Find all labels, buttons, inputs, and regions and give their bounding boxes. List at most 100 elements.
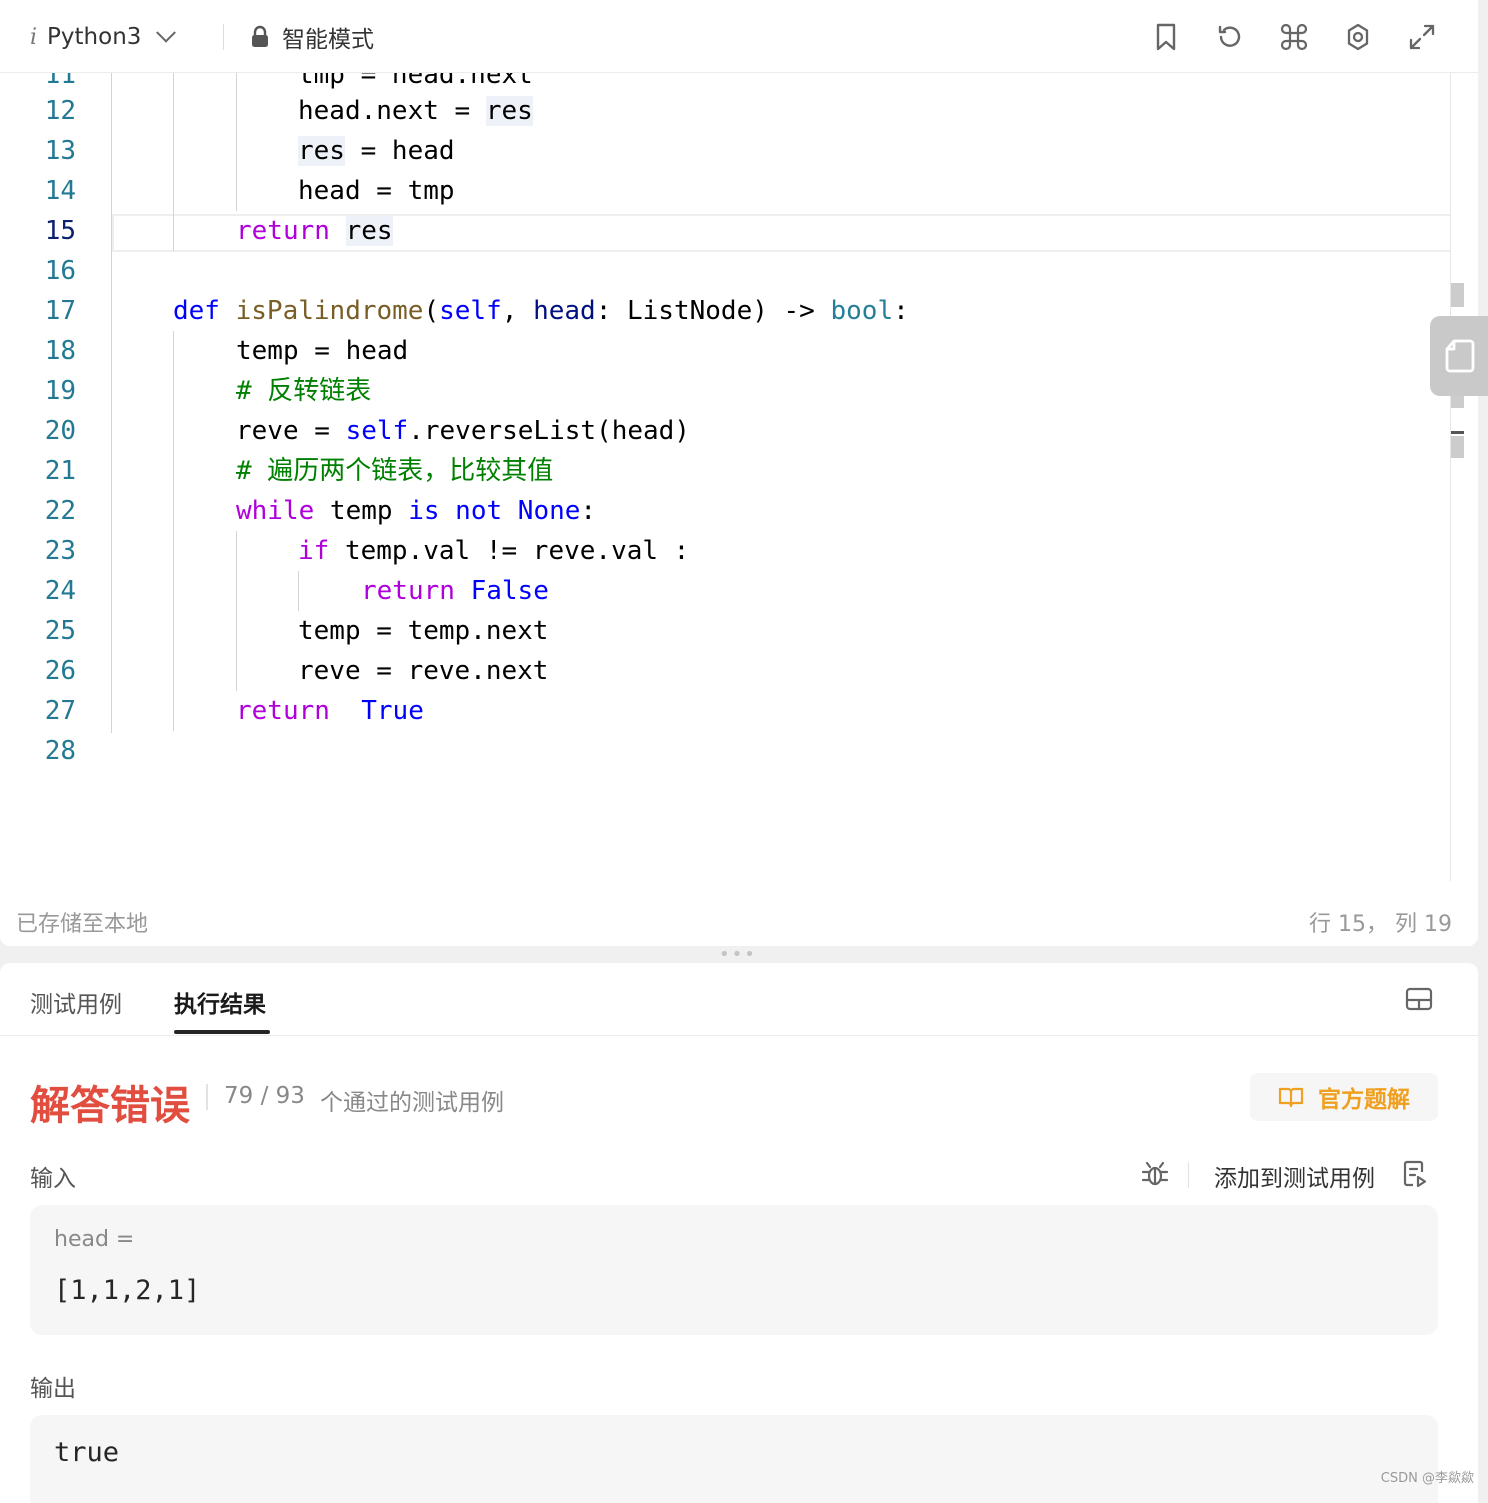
code-text: if temp.val != reve.val : xyxy=(298,536,690,566)
result-tabs: 测试用例 执行结果 xyxy=(0,963,1478,1036)
code-text: reve = reve.next xyxy=(298,656,549,686)
line-number: 25 xyxy=(44,616,76,646)
line-number: 23 xyxy=(44,536,76,566)
code-text: def isPalindrome(self, head: ListNode) -… xyxy=(173,296,909,326)
cursor-position: 行 15， 列 19 xyxy=(1309,912,1452,937)
code-comment: # 遍历两个链表，比较其值 xyxy=(236,456,554,486)
editor-toolbar: i Python3 智能模式 xyxy=(0,0,1478,73)
line-number: 21 xyxy=(44,456,76,486)
scrollbar-marker xyxy=(1451,283,1464,307)
result-panel: 测试用例 执行结果 解答错误 79 / 93 个通过的测试用例 官方题解 输入 … xyxy=(0,963,1478,1503)
code-text: temp = temp.next xyxy=(298,616,549,646)
line-number: 16 xyxy=(44,256,76,286)
code-text: return True xyxy=(236,696,424,726)
book-icon xyxy=(1278,1087,1304,1108)
note-icon xyxy=(1445,339,1475,373)
code-area[interactable]: 11 tmp = head.next 12 head.next = res 13… xyxy=(0,73,1450,881)
code-text: head.next = res xyxy=(298,96,533,126)
language-label: Python3 xyxy=(47,24,142,50)
official-solution-button[interactable]: 官方题解 xyxy=(1250,1073,1438,1121)
code-text: return False xyxy=(361,576,549,606)
code-text: return res xyxy=(236,216,393,246)
pass-count: 79 / 93 xyxy=(224,1083,305,1109)
code-line-12: 12 head.next = res xyxy=(0,91,1450,131)
add-to-testcase-button[interactable]: 添加到测试用例 xyxy=(1214,1159,1375,1193)
code-text: head = tmp xyxy=(298,176,455,206)
code-comment: # 反转链表 xyxy=(236,376,372,406)
line-number: 18 xyxy=(44,336,76,366)
lock-icon xyxy=(252,25,268,47)
notes-floating-button[interactable] xyxy=(1430,316,1488,396)
code-line-18: 18 temp = head xyxy=(0,331,1450,371)
line-number: 20 xyxy=(44,416,76,446)
scrollbar-cursor-marker xyxy=(1451,431,1464,434)
code-line-14: 14 head = tmp xyxy=(0,171,1450,211)
pass-count-label: 个通过的测试用例 xyxy=(320,1090,504,1116)
code-line-22: 22 while temp is not None: xyxy=(0,491,1450,531)
code-line-20: 20 reve = self.reverseList(head) xyxy=(0,411,1450,451)
code-text: temp = head xyxy=(236,336,409,366)
smart-mode-label: 智能模式 xyxy=(282,27,374,53)
official-solution-label: 官方题解 xyxy=(1318,1087,1410,1113)
code-line-15: 15 return res xyxy=(0,211,1450,251)
code-text: while temp is not None: xyxy=(236,496,597,526)
reset-icon[interactable] xyxy=(1214,20,1246,54)
input-variable-name: head = xyxy=(54,1227,135,1252)
panel-resize-handle[interactable]: ••• xyxy=(719,946,757,964)
code-line-17: 17 def isPalindrome(self, head: ListNode… xyxy=(0,291,1450,331)
code-line-26: 26 reve = reve.next xyxy=(0,651,1450,691)
input-label: 输入 xyxy=(30,1166,76,1192)
output-value: true xyxy=(54,1437,120,1468)
add-testcase-icon[interactable] xyxy=(1402,1159,1428,1193)
command-icon[interactable] xyxy=(1278,20,1310,54)
scrollbar-marker xyxy=(1451,436,1464,458)
chevron-down-icon xyxy=(156,22,177,43)
line-number: 12 xyxy=(44,96,76,126)
layout-icon[interactable] xyxy=(1405,987,1433,1015)
tab-run-result[interactable]: 执行结果 xyxy=(174,985,266,1019)
language-select[interactable]: i Python3 xyxy=(30,20,177,54)
line-number: 26 xyxy=(44,656,76,686)
active-tab-indicator xyxy=(174,1030,270,1034)
line-number: 14 xyxy=(44,176,76,206)
code-line-21: 21 # 遍历两个链表，比较其值 xyxy=(0,451,1450,491)
code-line-13: 13 res = head xyxy=(0,131,1450,171)
code-line-23: 23 if temp.val != reve.val : xyxy=(0,531,1450,571)
code-text: res = head xyxy=(298,136,455,166)
line-number: 17 xyxy=(44,296,76,326)
save-status: 已存储至本地 xyxy=(16,912,149,937)
output-box: true xyxy=(30,1415,1438,1503)
tab-testcases[interactable]: 测试用例 xyxy=(30,985,122,1019)
line-number: 15 xyxy=(44,216,76,246)
line-number: 22 xyxy=(44,496,76,526)
toolbar-divider xyxy=(1188,1162,1189,1188)
line-number: 27 xyxy=(44,696,76,726)
line-number: 19 xyxy=(44,376,76,406)
editor-scrollbar[interactable] xyxy=(1450,73,1451,881)
line-number: 24 xyxy=(44,576,76,606)
verdict-divider xyxy=(206,1084,208,1110)
info-icon: i xyxy=(30,24,38,50)
smart-mode-toggle[interactable]: 智能模式 xyxy=(250,20,374,54)
debug-icon[interactable] xyxy=(1140,1159,1170,1193)
code-line-25: 25 temp = temp.next xyxy=(0,611,1450,651)
input-value: [1,1,2,1] xyxy=(54,1275,201,1306)
code-line-28: 28 xyxy=(0,731,1450,771)
output-label: 输出 xyxy=(30,1376,76,1402)
input-box: head = [1,1,2,1] xyxy=(30,1205,1438,1335)
code-line-19: 19 # 反转链表 xyxy=(0,371,1450,411)
verdict-title: 解答错误 xyxy=(30,1083,190,1129)
code-line-24: 24 return False xyxy=(0,571,1450,611)
code-editor-panel: i Python3 智能模式 11 tmp = head.next 12 hea… xyxy=(0,0,1478,946)
code-text: reve = self.reverseList(head) xyxy=(236,416,690,446)
code-line-16: 16 xyxy=(0,251,1450,291)
line-number: 28 xyxy=(44,736,76,766)
watermark: CSDN @李歘歘 xyxy=(1380,1471,1474,1486)
scrollbar-marker xyxy=(1451,396,1464,408)
settings-icon[interactable] xyxy=(1342,20,1374,54)
code-line-27: 27 return True xyxy=(0,691,1450,731)
toolbar-divider xyxy=(223,24,224,50)
line-number: 13 xyxy=(44,136,76,166)
bookmark-icon[interactable] xyxy=(1150,20,1182,54)
fullscreen-icon[interactable] xyxy=(1406,20,1438,54)
